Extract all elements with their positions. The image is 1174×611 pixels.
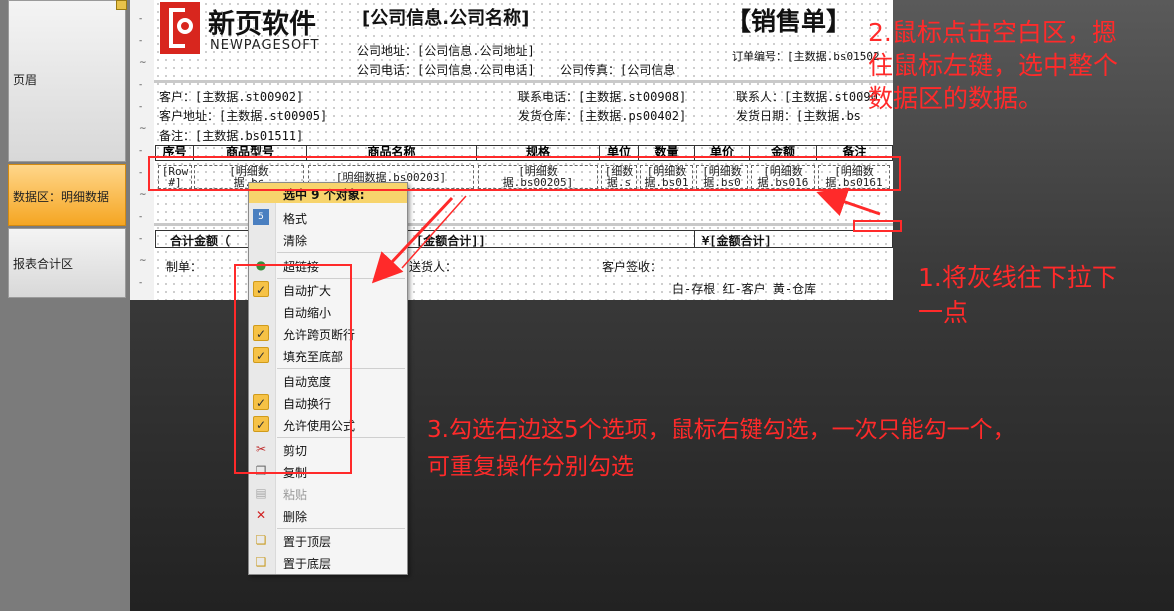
annotation-step3: 3.勾选右边这5个选项，鼠标右键勾选，一次只能勾一个， 可重复操作分别勾选	[427, 417, 1016, 480]
arrow-to-menu	[371, 196, 454, 284]
annotation-step1: 1.将灰线往下拉下 一点	[918, 263, 1117, 327]
annotation-step2: 2.鼠标点击空白区，摁 住鼠标左键，选中整个 数据区的数据。	[868, 18, 1119, 113]
arrow-shadow	[401, 195, 467, 269]
arrow-to-selection	[816, 187, 881, 217]
